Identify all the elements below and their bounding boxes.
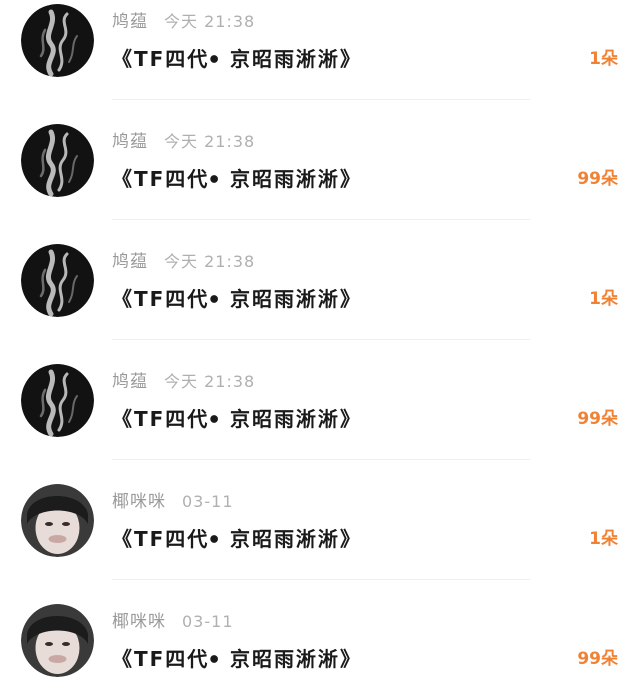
user-name[interactable]: 鸠蕴 (112, 252, 148, 272)
user-name[interactable]: 椰咪咪 (112, 612, 166, 632)
divider (112, 219, 530, 220)
record-meta: 椰咪咪 03-11 (112, 490, 234, 514)
user-name[interactable]: 鸠蕴 (112, 372, 148, 392)
user-name[interactable]: 鸠蕴 (112, 132, 148, 152)
user-name[interactable]: 椰咪咪 (112, 492, 166, 512)
divider (112, 99, 530, 100)
record-time: 03-11 (182, 612, 234, 631)
smoke-avatar-icon (21, 244, 94, 317)
gift-count: 1朵 (589, 49, 618, 69)
user-name[interactable]: 鸠蕴 (112, 12, 148, 32)
smoke-avatar-icon (21, 364, 94, 437)
list-item[interactable]: 鸠蕴 今天 21:38 《TF四代ꔷ 京昭雨淅淅》 1朵 (0, 240, 640, 340)
record-time: 今天 21:38 (164, 12, 256, 31)
gift-record-list: 鸠蕴 今天 21:38 《TF四代ꔷ 京昭雨淅淅》 1朵 鸠蕴 今天 21:38 《… (0, 0, 640, 700)
list-item[interactable]: 鸠蕴 今天 21:38 《TF四代ꔷ 京昭雨淅淅》 99朵 (0, 360, 640, 460)
avatar[interactable] (21, 244, 94, 317)
record-meta: 鸠蕴 今天 21:38 (112, 250, 255, 274)
divider (112, 459, 530, 460)
record-meta: 鸠蕴 今天 21:38 (112, 370, 255, 394)
smoke-avatar-icon (21, 4, 94, 77)
gift-count: 1朵 (589, 529, 618, 549)
record-message: 《TF四代ꔷ 京昭雨淅淅》 (112, 287, 363, 311)
list-item[interactable]: 鸠蕴 今天 21:38 《TF四代ꔷ 京昭雨淅淅》 1朵 (0, 0, 640, 100)
divider (112, 579, 530, 580)
record-meta: 鸠蕴 今天 21:38 (112, 130, 255, 154)
list-item[interactable]: 鸠蕴 今天 21:38 《TF四代ꔷ 京昭雨淅淅》 99朵 (0, 120, 640, 220)
avatar[interactable] (21, 4, 94, 77)
avatar[interactable] (21, 124, 94, 197)
record-message: 《TF四代ꔷ 京昭雨淅淅》 (112, 407, 363, 431)
record-time: 今天 21:38 (164, 252, 256, 271)
record-time: 今天 21:38 (164, 132, 256, 151)
record-time: 今天 21:38 (164, 372, 256, 391)
record-message: 《TF四代ꔷ 京昭雨淅淅》 (112, 47, 363, 71)
gift-count: 1朵 (589, 289, 618, 309)
gift-count: 99朵 (577, 409, 618, 429)
record-meta: 鸠蕴 今天 21:38 (112, 10, 255, 34)
smoke-avatar-icon (21, 124, 94, 197)
face-avatar-icon (21, 484, 94, 557)
gift-count: 99朵 (577, 649, 618, 669)
divider (112, 339, 530, 340)
avatar[interactable] (21, 364, 94, 437)
record-message: 《TF四代ꔷ 京昭雨淅淅》 (112, 647, 363, 671)
gift-count: 99朵 (577, 169, 618, 189)
list-item[interactable]: 椰咪咪 03-11 《TF四代ꔷ 京昭雨淅淅》 99朵 (0, 600, 640, 700)
record-message: 《TF四代ꔷ 京昭雨淅淅》 (112, 527, 363, 551)
avatar[interactable] (21, 484, 94, 557)
record-meta: 椰咪咪 03-11 (112, 610, 234, 634)
record-time: 03-11 (182, 492, 234, 511)
avatar[interactable] (21, 604, 94, 677)
face-avatar-icon (21, 604, 94, 677)
list-item[interactable]: 椰咪咪 03-11 《TF四代ꔷ 京昭雨淅淅》 1朵 (0, 480, 640, 580)
record-message: 《TF四代ꔷ 京昭雨淅淅》 (112, 167, 363, 191)
